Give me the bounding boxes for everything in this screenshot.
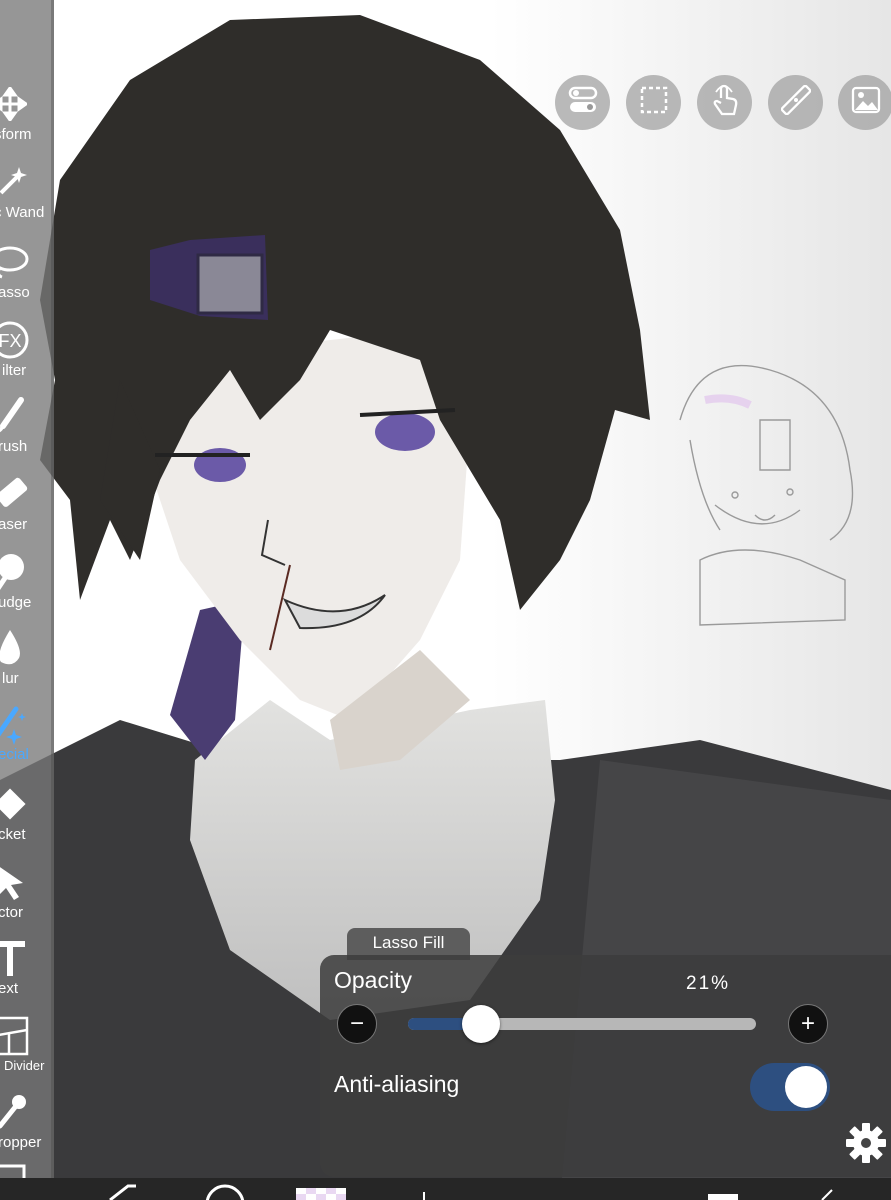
toggle-settings-icon [568,86,598,119]
anti-aliasing-toggle[interactable] [750,1063,830,1111]
text-icon [0,936,32,980]
tool-label: ilter [2,362,27,379]
tool-label: sform [0,126,32,143]
blur-drop-icon [0,626,32,670]
tool-text[interactable]: ext [0,936,54,1014]
svg-text:FX: FX [0,331,22,351]
smudge-icon [0,550,32,594]
brush-icon [0,394,32,438]
toggle-knob [785,1066,827,1108]
move-arrows-icon [0,82,32,126]
tool-label: ctor [0,904,24,921]
canvas-frame-icon [0,1162,32,1178]
special-wand-icon [0,702,32,746]
opacity-slider[interactable] [408,1005,756,1043]
tool-brush[interactable]: rush [0,394,54,472]
tool-label: asso [0,284,30,301]
tool-eraser[interactable]: aser [0,472,54,550]
tool-canvas[interactable] [0,1162,54,1178]
selection-icon [639,85,669,120]
tool-selector[interactable]: ctor [0,860,54,938]
tool-special[interactable]: ecial [0,702,54,780]
undo-icon[interactable] [109,1184,136,1200]
anti-aliasing-label: Anti-aliasing [334,1071,460,1097]
brush-size-icon[interactable] [205,1184,245,1200]
image-icon [851,86,881,119]
tool-label: ecial [0,746,29,763]
tool-sidebar: sform c Wand asso FX ilter rush aser [0,0,54,1178]
tool-eyedropper[interactable]: ropper [0,1090,54,1168]
ruler-icon [780,84,811,120]
tool-label: rush [0,438,28,455]
tool-magic-wand[interactable]: c Wand [0,160,54,238]
tool-label: c Wand [0,204,45,221]
tool-label: Divider [4,1058,45,1073]
tool-label: lur [2,670,19,687]
layer-thumbnail[interactable] [296,1188,346,1200]
opacity-value: 21% [686,973,731,994]
tool-filter[interactable]: FX ilter [0,318,54,396]
eraser-icon [0,472,32,516]
opacity-increase-button[interactable]: + [788,1004,828,1044]
minus-icon: − [349,1010,364,1037]
tool-lasso[interactable]: asso [0,240,54,318]
bottom-toolbar [0,1178,891,1200]
tool-smudge[interactable]: udge [0,550,54,628]
opacity-label: Opacity [334,967,412,993]
tool-label: ropper [0,1134,42,1151]
tool-label: ext [0,980,19,997]
tool-bucket[interactable]: cket [0,782,54,860]
touch-button[interactable] [697,75,752,130]
select-arrow-icon [0,860,32,904]
tool-frame-divider[interactable]: Divider [0,1014,54,1092]
settings-toggle-button[interactable] [555,75,610,130]
color-swatch[interactable] [708,1194,738,1200]
eyedropper-icon [0,1090,32,1134]
gear-icon[interactable] [844,1121,888,1165]
bucket-icon [0,782,32,826]
plus-icon: + [800,1010,815,1037]
tool-label: udge [0,594,32,611]
touch-icon [710,84,740,121]
opacity-decrease-button[interactable]: − [337,1004,377,1044]
tool-transform[interactable]: sform [0,82,54,160]
ruler-button[interactable] [768,75,823,130]
reference-image-button[interactable] [838,75,891,130]
tool-blur[interactable]: lur [0,626,54,704]
frame-divider-icon [0,1014,32,1058]
selection-button[interactable] [626,75,681,130]
opacity-slider-handle[interactable] [462,1005,501,1043]
fx-filter-icon: FX [0,318,32,362]
magic-wand-icon [0,160,32,204]
lasso-icon [0,240,32,284]
chevron-icon[interactable] [821,1189,833,1200]
tool-label: cket [0,826,26,843]
tool-label: aser [0,516,28,533]
lasso-fill-panel: Opacity 21% − + Anti-aliasing [320,955,891,1177]
